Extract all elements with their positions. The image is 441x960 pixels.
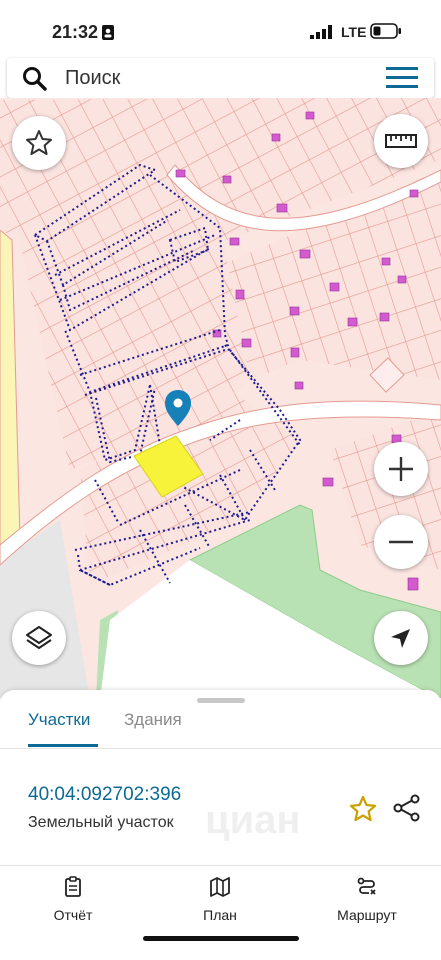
parcel-type: Земельный участок bbox=[28, 814, 174, 831]
layers-button[interactable] bbox=[12, 611, 66, 665]
nav-plan-label: План bbox=[203, 907, 237, 923]
sheet-drag-handle[interactable] bbox=[197, 698, 245, 703]
report-icon bbox=[65, 876, 81, 897]
ruler-button[interactable] bbox=[374, 114, 428, 168]
search-input[interactable]: Поиск bbox=[65, 67, 120, 90]
battery-icon bbox=[370, 23, 401, 39]
layers-icon bbox=[26, 626, 52, 649]
nav-route-label: Маршрут bbox=[337, 907, 397, 923]
tab-buildings[interactable]: Здания bbox=[124, 710, 182, 730]
signal-icon bbox=[310, 25, 332, 39]
contact-card-icon bbox=[102, 25, 114, 40]
map-icon bbox=[210, 877, 230, 897]
star-icon bbox=[26, 130, 52, 155]
divider bbox=[0, 748, 441, 749]
menu-icon[interactable] bbox=[386, 67, 418, 89]
tab-parcels[interactable]: Участки bbox=[28, 710, 90, 730]
tab-active-indicator bbox=[28, 744, 98, 747]
minus-icon bbox=[389, 540, 413, 544]
map-canvas[interactable] bbox=[0, 98, 441, 698]
home-indicator bbox=[143, 936, 299, 941]
ruler-icon bbox=[385, 134, 417, 148]
search-icon[interactable] bbox=[22, 66, 48, 92]
favorite-map-button[interactable] bbox=[12, 116, 66, 170]
divider bbox=[0, 865, 441, 866]
my-location-button[interactable] bbox=[374, 611, 428, 665]
cadastral-map[interactable] bbox=[0, 98, 441, 698]
nav-plan[interactable]: План bbox=[165, 876, 275, 923]
status-bar: 21:32 LTE bbox=[0, 0, 441, 58]
zoom-out-button[interactable] bbox=[374, 515, 428, 569]
plus-icon bbox=[389, 457, 413, 481]
nav-report[interactable]: Отчёт bbox=[18, 876, 128, 923]
navigation-arrow-icon bbox=[391, 629, 410, 648]
search-bar[interactable]: Поиск bbox=[7, 58, 434, 98]
network-type: LTE bbox=[341, 24, 367, 40]
bottom-sheet: Участки Здания циан 40:04:092702:396 Зем… bbox=[0, 690, 441, 960]
status-time: 21:32 bbox=[52, 22, 99, 42]
route-icon bbox=[357, 877, 376, 895]
nav-report-label: Отчёт bbox=[53, 907, 93, 923]
watermark: циан bbox=[205, 798, 301, 842]
star-icon[interactable] bbox=[348, 794, 378, 824]
cadastral-number-link[interactable]: 40:04:092702:396 bbox=[28, 784, 181, 806]
share-icon[interactable] bbox=[393, 794, 421, 822]
zoom-in-button[interactable] bbox=[374, 442, 428, 496]
nav-route[interactable]: Маршрут bbox=[312, 876, 422, 923]
